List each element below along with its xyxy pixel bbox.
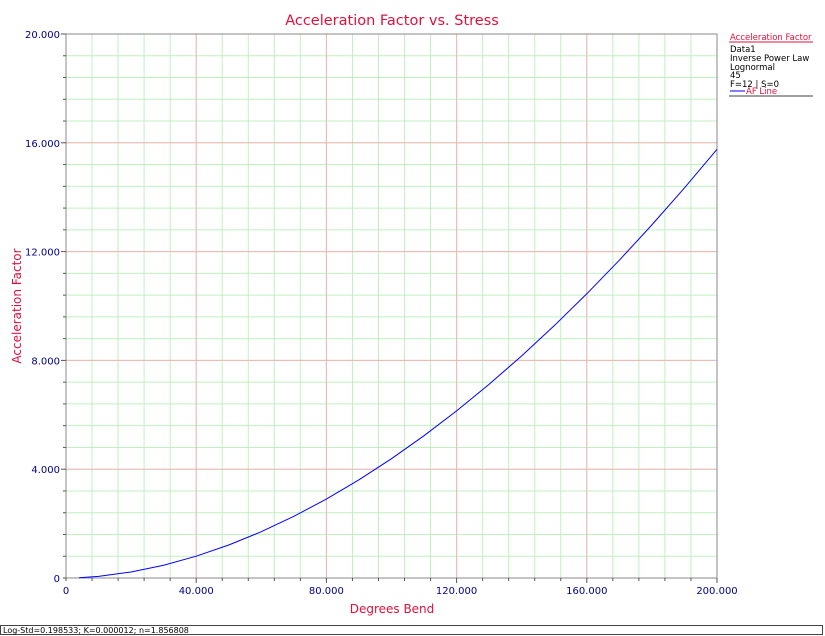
chart-container: 0 40.000 80.000 120.000 160.000 200.000 0 4.00… [0,0,825,636]
axis-ticks [61,33,718,583]
y-tick-label: 4.000 [31,465,60,476]
y-tick-label: 20.000 [25,30,60,41]
plot-frame [65,33,718,579]
y-axis-label: Acceleration Factor [10,248,24,363]
x-tick-label: 40.000 [179,586,214,597]
y-tick-label: 12.000 [25,248,60,259]
status-text: Log-Std=0.198533; K=0.000012; n=1.856808 [3,626,189,635]
chart-svg: 0 40.000 80.000 120.000 160.000 200.000 0 4.00… [10,13,813,616]
x-axis-label: Degrees Bend [350,602,435,616]
legend: Acceleration Factor Data1 Inverse Power … [729,33,813,97]
series-line-af [78,148,718,579]
y-tick-labels: 0 4.000 8.000 12.000 16.000 20.000 [25,30,60,585]
series-layer [78,148,718,579]
y-tick-label: 0 [54,574,60,585]
x-tick-label: 120.000 [436,586,477,597]
major-grid [66,33,718,578]
x-tick-labels: 0 40.000 80.000 120.000 160.000 200.000 [63,586,738,597]
minor-grid [66,34,717,578]
y-tick-label: 8.000 [31,356,60,367]
x-tick-label: 0 [63,586,69,597]
x-tick-label: 200.000 [696,586,737,597]
x-tick-label: 160.000 [566,586,607,597]
legend-series-label: AF Line [746,87,777,97]
status-bar: Log-Std=0.198533; K=0.000012; n=1.856808 [0,625,823,635]
x-tick-label: 80.000 [309,586,344,597]
chart-title: Acceleration Factor vs. Stress [285,13,499,29]
y-tick-label: 16.000 [25,139,60,150]
